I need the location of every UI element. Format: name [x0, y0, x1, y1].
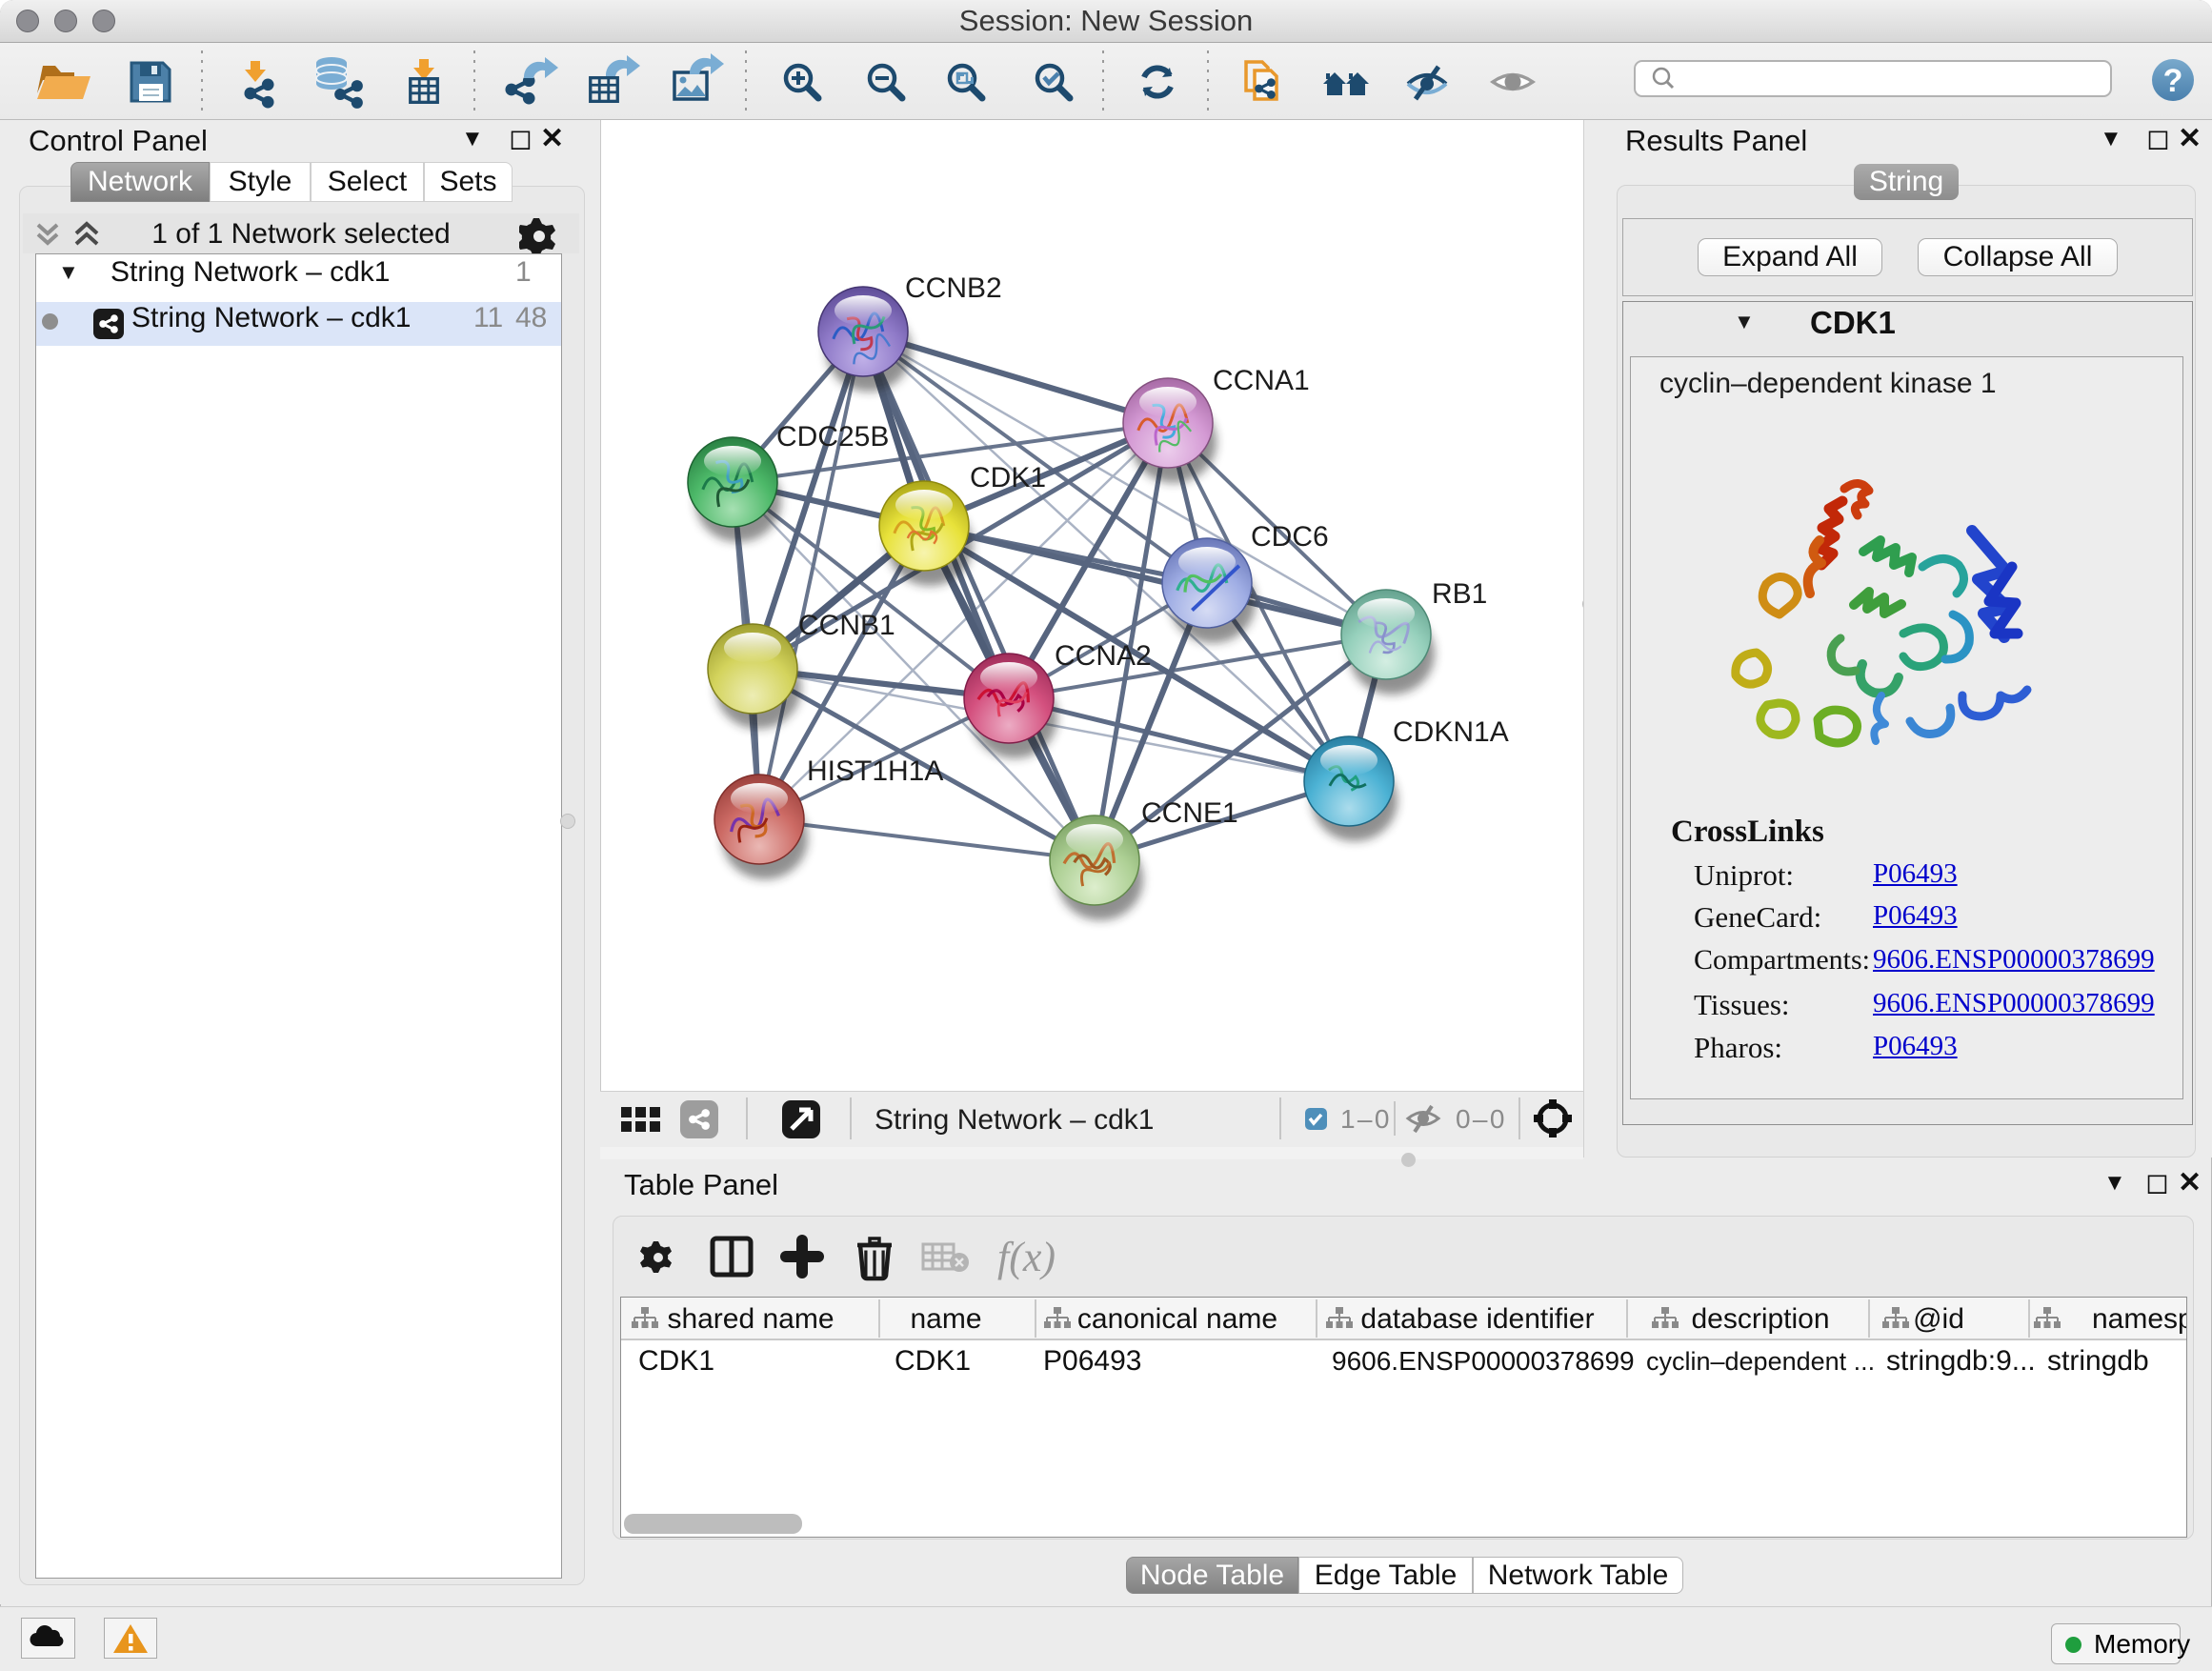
- svg-text:CDK1: CDK1: [895, 1345, 971, 1377]
- svg-text:namespac: namespac: [2092, 1303, 2186, 1335]
- svg-text:HIST1H1A: HIST1H1A: [807, 755, 943, 787]
- svg-text:1 – 0: 1 – 0: [1340, 1104, 1389, 1134]
- svg-text:CDC6: CDC6: [1251, 521, 1329, 553]
- svg-text:CCNE1: CCNE1: [1141, 797, 1238, 829]
- svg-text:CCNB2: CCNB2: [905, 272, 1002, 304]
- svg-text:shared name: shared name: [667, 1303, 834, 1335]
- svg-text:CCNB1: CCNB1: [798, 610, 895, 641]
- svg-text:RB1: RB1: [1432, 578, 1487, 610]
- svg-text:CDK1: CDK1: [970, 462, 1046, 493]
- svg-text:@id: @id: [1913, 1303, 1964, 1335]
- svg-text:CDKN1A: CDKN1A: [1393, 716, 1509, 748]
- svg-text:P06493: P06493: [1043, 1345, 1141, 1377]
- svg-text:cyclin–dependent ...: cyclin–dependent ...: [1646, 1347, 1875, 1376]
- svg-text:database identifier: database identifier: [1360, 1303, 1594, 1335]
- svg-text:String Network – cdk1: String Network – cdk1: [875, 1104, 1154, 1136]
- svg-text:?: ?: [2163, 63, 2183, 99]
- svg-text:CDC25B: CDC25B: [776, 421, 889, 453]
- svg-text:0 – 0: 0 – 0: [1456, 1104, 1504, 1134]
- svg-text:description: description: [1691, 1303, 1829, 1335]
- svg-text:CDK1: CDK1: [638, 1345, 714, 1377]
- svg-text:9606.ENSP00000378699: 9606.ENSP00000378699: [1332, 1346, 1635, 1376]
- svg-text:stringdb: stringdb: [2047, 1345, 2149, 1377]
- svg-text:f(x): f(x): [997, 1234, 1056, 1280]
- svg-text:CCNA1: CCNA1: [1213, 365, 1310, 396]
- svg-text:CCNA2: CCNA2: [1055, 640, 1152, 672]
- svg-text:name: name: [910, 1303, 981, 1335]
- svg-text:stringdb:9...: stringdb:9...: [1886, 1345, 2036, 1377]
- svg-text:canonical name: canonical name: [1077, 1303, 1277, 1335]
